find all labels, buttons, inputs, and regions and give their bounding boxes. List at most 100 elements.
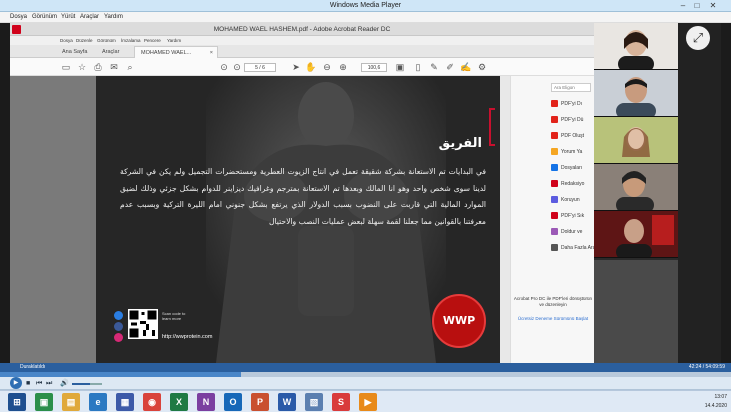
tab-document[interactable]: MOHAMED WAEL... × <box>134 46 218 58</box>
comment-icon[interactable]: ▯ <box>412 61 424 73</box>
tool-label: PDF'yi Sık <box>561 213 585 219</box>
acrobat-menubar: Dosya Düzenle Görünüm İmzalama Pencere Y… <box>10 36 594 45</box>
search-icon[interactable]: ⌕ <box>124 61 136 73</box>
menu-play[interactable]: Yürüt <box>61 12 75 23</box>
next-icon[interactable]: ⏭ <box>46 378 52 389</box>
previous-icon[interactable]: ⏮ <box>36 378 42 389</box>
volume-slider[interactable] <box>72 383 102 385</box>
pdf-page: الفريق في البدايات تم الاستعانة بشركة شق… <box>96 76 500 363</box>
playback-status: Duraklatıldı <box>20 364 46 370</box>
section-body: في البدايات تم الاستعانة بشركة شقيقة تعم… <box>120 167 486 226</box>
tool-item[interactable]: PDF Oluşt <box>551 130 584 142</box>
zoom-in-icon[interactable]: ⊕ <box>337 61 349 73</box>
acro-menu-view[interactable]: Görünüm <box>97 36 116 45</box>
tool-item[interactable]: Dosyaları <box>551 162 582 174</box>
tool-icon <box>551 164 558 172</box>
clock-time: 13:07 <box>714 394 727 400</box>
tools-panel: Ara Eligon PDF'yi Dı PDF'yi Dü PDF Oluşt… <box>510 76 598 363</box>
menu-file[interactable]: Dosya <box>10 12 27 23</box>
taskbar-app5-icon[interactable]: ▦ <box>116 393 134 411</box>
tool-item[interactable]: Doldur ve <box>551 226 582 238</box>
taskbar-outlook-icon[interactable]: O <box>224 393 242 411</box>
social-icon <box>114 311 123 320</box>
acro-menu-file[interactable]: Dosya <box>60 36 73 45</box>
tab-tools[interactable]: Araçlar <box>96 46 125 58</box>
video-frame[interactable]: MOHAMED WAEL HASHEM.pdf - Adobe Acrobat … <box>10 23 721 363</box>
taskbar-ie-icon[interactable]: e <box>89 393 107 411</box>
maximize-button[interactable]: □ <box>690 0 704 11</box>
tool-label: Dosyaları <box>561 165 583 171</box>
minimize-button[interactable]: – <box>676 0 690 11</box>
tool-icon <box>551 196 558 204</box>
close-button[interactable]: ✕ <box>706 0 720 11</box>
volume-icon[interactable]: 🔊 <box>60 378 69 389</box>
star-icon[interactable]: ☆ <box>76 61 88 73</box>
print-icon[interactable]: ⎙ <box>92 61 104 73</box>
promo-link[interactable]: Ücretsiz Deneme Sürümünü Başlat <box>511 316 595 321</box>
save-icon[interactable]: ▭ <box>60 61 72 73</box>
acro-menu-window[interactable]: Pencere <box>144 36 161 45</box>
menu-tools[interactable]: Araçlar <box>80 12 99 23</box>
page-indicator[interactable]: 5 / 6 <box>244 63 276 72</box>
tool-label: Koruyun <box>561 197 580 203</box>
page-down-icon[interactable]: ⊙ <box>231 61 243 73</box>
tool-item[interactable]: Koruyun <box>551 194 580 206</box>
page-up-icon[interactable]: ⊙ <box>218 61 230 73</box>
tool-icon <box>551 100 558 108</box>
window-title: Windows Media Player <box>329 2 402 9</box>
fit-page-icon[interactable]: ▣ <box>394 61 406 73</box>
taskbar-app12-icon[interactable]: ▧ <box>305 393 323 411</box>
zoom-out-icon[interactable]: ⊖ <box>321 61 333 73</box>
acro-menu-help[interactable]: Yardım <box>167 36 181 45</box>
document-scrollbar[interactable] <box>500 76 510 363</box>
tab-document-label: MOHAMED WAEL... <box>141 50 192 56</box>
promo-text: Acrobat Pro DC ile PDF'leri dönüştürün v… <box>513 296 593 307</box>
tools-search-input[interactable]: Ara Eligon <box>551 83 591 92</box>
zoom-level[interactable]: 100,6 <box>361 63 387 72</box>
tool-item[interactable]: PDF'yi Dı <box>551 98 582 110</box>
webcam-participant-1 <box>594 23 678 70</box>
taskbar-skype-icon[interactable]: S <box>332 393 350 411</box>
play-button[interactable]: ▶ <box>10 377 22 389</box>
menu-view[interactable]: Görünüm <box>32 12 57 23</box>
taskbar-files-icon[interactable]: ▤ <box>62 393 80 411</box>
taskbar-word-icon[interactable]: W <box>278 393 296 411</box>
highlight-icon[interactable]: ✎ <box>428 61 440 73</box>
fullscreen-icon[interactable]: ⤢ <box>686 26 710 50</box>
volume-fill <box>72 383 90 385</box>
website-url: http://wwprotein.com <box>162 334 213 340</box>
stop-icon[interactable]: ■ <box>26 378 30 389</box>
tool-item[interactable]: Redaksiyo <box>551 178 584 190</box>
facebook-icon <box>114 322 123 331</box>
acro-menu-sign[interactable]: İmzalama <box>121 36 141 45</box>
taskbar-media-icon[interactable]: ▶ <box>359 393 377 411</box>
tool-item-more[interactable]: Daha Fazla Araç <box>551 242 598 254</box>
menu-help[interactable]: Yardım <box>104 12 123 23</box>
select-cursor-icon[interactable]: ➤ <box>290 61 302 73</box>
more-tools-icon <box>551 244 558 252</box>
taskbar-powerpoint-icon[interactable]: P <box>251 393 269 411</box>
tool-item[interactable]: Yorum Ya <box>551 146 582 158</box>
taskbar: ⊞ ▣ ▤ e ▦ ◉ X N O P W ▧ S ▶ 13:07 14.4.2020 <box>0 390 731 412</box>
webcam-participant-5 <box>594 211 678 258</box>
taskbar-excel-icon[interactable]: X <box>170 393 188 411</box>
player-controls: ▶ ■ ⏮ ⏭ 🔊 <box>0 377 731 390</box>
taskbar-onenote-icon[interactable]: N <box>197 393 215 411</box>
stamp-icon[interactable]: ⚙ <box>476 61 488 73</box>
hand-icon[interactable]: ✋ <box>305 61 317 73</box>
tab-home[interactable]: Ana Sayfa <box>56 46 93 58</box>
taskbar-start-icon[interactable]: ⊞ <box>8 393 26 411</box>
webcam-participant-2 <box>594 70 678 117</box>
tool-label: Daha Fazla Araç <box>561 245 598 251</box>
sign-icon[interactable]: ✍ <box>460 61 472 73</box>
taskbar-explorer-icon[interactable]: ▣ <box>35 393 53 411</box>
acro-menu-edit[interactable]: Düzenle <box>76 36 93 45</box>
tool-label: PDF'yi Dü <box>561 117 584 123</box>
tool-item[interactable]: PDF'yi Dü <box>551 114 583 126</box>
tool-item[interactable]: PDF'yi Sık <box>551 210 584 222</box>
mail-icon[interactable]: ✉ <box>108 61 120 73</box>
taskbar-chrome-icon[interactable]: ◉ <box>143 393 161 411</box>
pen-icon[interactable]: ✐ <box>444 61 456 73</box>
acrobat-tabs: Ana Sayfa Araçlar MOHAMED WAEL... × <box>10 45 594 58</box>
clock-date: 14.4.2020 <box>704 403 727 409</box>
